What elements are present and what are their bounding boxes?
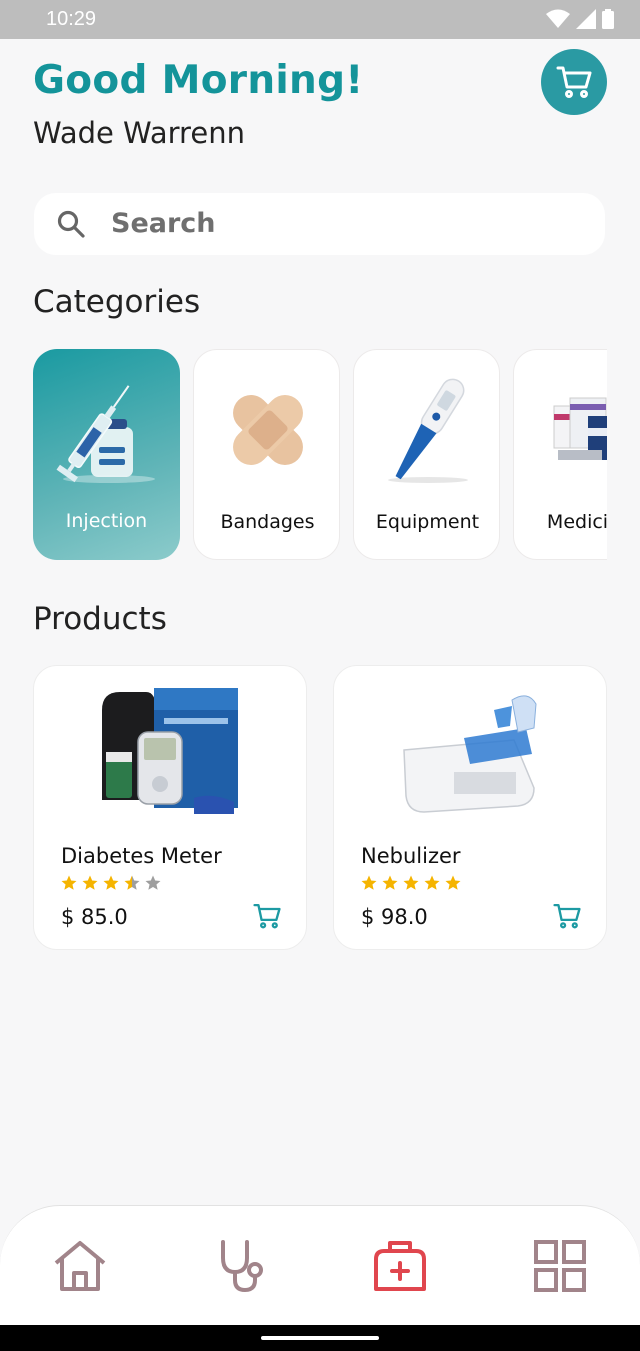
search-icon	[57, 210, 85, 238]
product-price: $ 85.0	[61, 905, 128, 929]
product-rating	[360, 874, 462, 892]
system-navigation-bar	[0, 1325, 640, 1351]
glucose-meter-kit-image	[102, 688, 238, 814]
product-name: Nebulizer	[361, 844, 461, 868]
nav-medical-kit[interactable]	[370, 1236, 430, 1296]
star-icon	[361, 875, 377, 890]
category-label: Bandages	[220, 511, 315, 533]
star-icon	[403, 875, 419, 890]
category-label: Medici	[546, 511, 607, 533]
category-injection[interactable]: Injection	[33, 349, 180, 560]
search-input[interactable]	[111, 203, 581, 243]
product-rating	[60, 874, 162, 892]
status-bar: 10:29	[0, 0, 640, 39]
category-equipment[interactable]: Equipment	[353, 349, 500, 560]
nebulizer-image	[403, 695, 537, 813]
categories-heading: Categories	[33, 284, 201, 320]
greeting-title: Good Morning!	[33, 58, 364, 103]
syringe-icon	[56, 385, 155, 483]
thermometer-icon	[388, 378, 468, 483]
star-icon	[61, 875, 77, 890]
nav-home[interactable]	[50, 1236, 110, 1296]
category-bandages[interactable]: Bandages	[193, 349, 340, 560]
signal-icon	[576, 9, 596, 29]
product-card-diabetes-meter[interactable]: Diabetes Meter $ 85.0	[33, 665, 307, 950]
add-to-cart-icon[interactable]	[553, 902, 581, 930]
categories-list[interactable]: Injection Bandages Equipment Medici	[33, 349, 607, 561]
status-time: 10:29	[46, 8, 97, 30]
star-icon	[103, 875, 119, 890]
home-indicator[interactable]	[261, 1336, 379, 1340]
nav-doctors[interactable]	[210, 1236, 270, 1296]
category-label: Equipment	[375, 511, 480, 533]
nav-menu[interactable]	[530, 1236, 590, 1296]
bandage-icon	[233, 395, 303, 465]
stethoscope-icon	[221, 1240, 263, 1293]
wifi-icon	[546, 9, 570, 28]
search-bar[interactable]	[34, 193, 605, 255]
star-icon	[382, 875, 398, 890]
status-icons	[546, 9, 614, 29]
product-name: Diabetes Meter	[61, 844, 222, 868]
category-medicine[interactable]: Medici	[513, 349, 607, 560]
cart-button[interactable]	[541, 49, 607, 115]
battery-icon	[602, 9, 614, 29]
add-to-cart-icon[interactable]	[253, 902, 281, 930]
cart-icon	[556, 66, 592, 98]
category-label: Injection	[65, 510, 148, 532]
grid-icon	[534, 1240, 586, 1292]
star-icon	[424, 875, 440, 890]
star-icon	[82, 875, 98, 890]
product-card-nebulizer[interactable]: Nebulizer $ 98.0	[333, 665, 607, 950]
medical-kit-icon	[374, 1241, 426, 1291]
product-price: $ 98.0	[361, 905, 428, 929]
star-icon	[445, 875, 461, 890]
products-heading: Products	[33, 601, 167, 637]
star-empty-icon	[145, 875, 161, 890]
home-icon	[54, 1241, 106, 1291]
user-name: Wade Warrenn	[33, 116, 245, 150]
bottom-navigation	[0, 1205, 640, 1327]
star-half-icon	[124, 875, 140, 890]
medicine-boxes-icon	[553, 397, 607, 460]
